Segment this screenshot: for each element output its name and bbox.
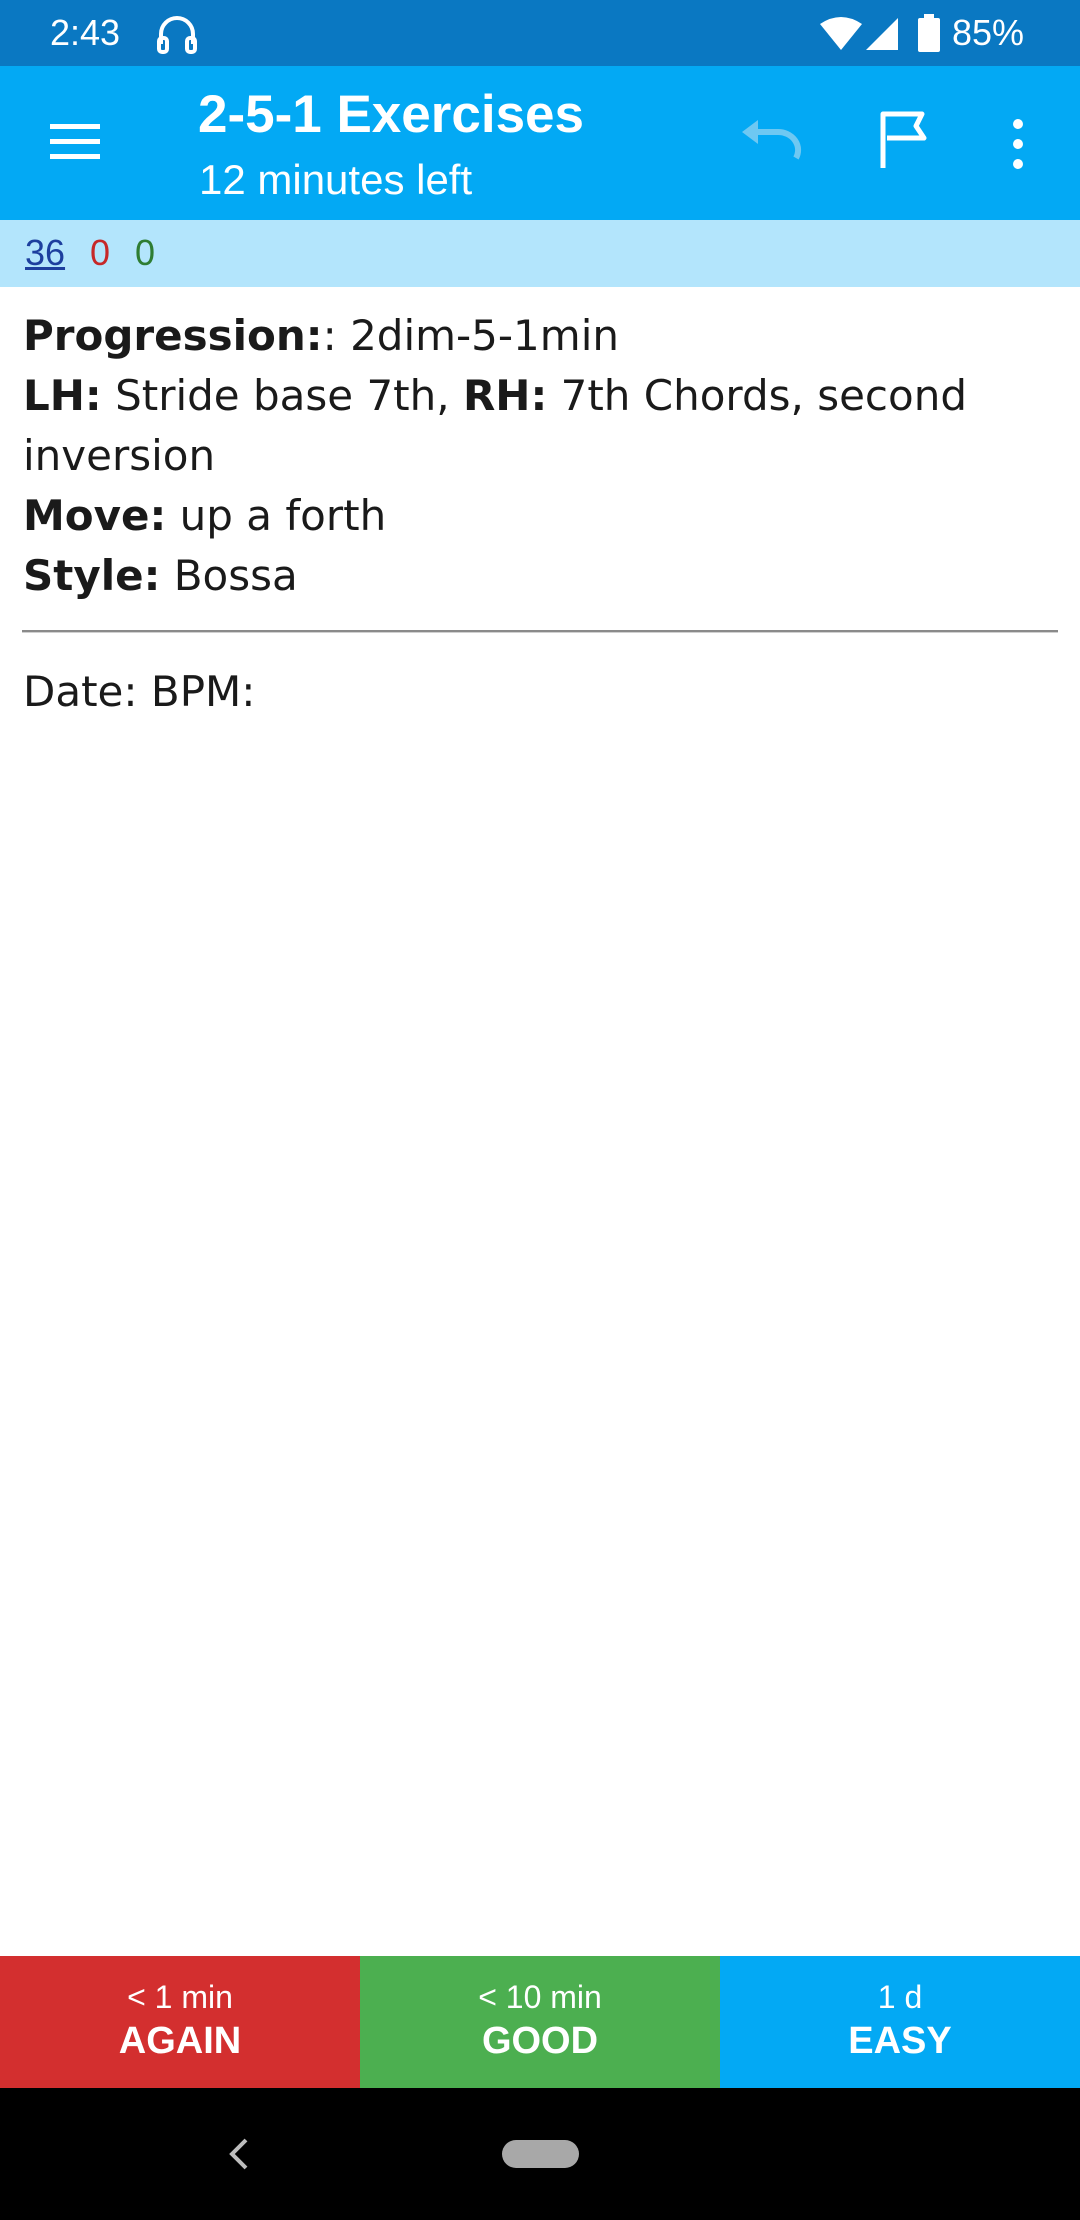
status-bar: 2:43 85% xyxy=(0,0,1080,66)
progression-label: Progression: xyxy=(23,311,323,360)
style-label: Style: xyxy=(23,551,161,600)
good-interval: < 10 min xyxy=(478,1979,602,2015)
home-pill[interactable] xyxy=(502,2140,579,2168)
menu-icon[interactable] xyxy=(48,120,104,164)
undo-icon[interactable] xyxy=(738,118,804,168)
back-icon[interactable] xyxy=(224,2134,254,2174)
style-value: Bossa xyxy=(160,551,298,600)
card-counts-bar: 36 0 0 xyxy=(0,220,1080,287)
battery-percent: 85% xyxy=(952,12,1025,53)
move-line: Move: up a forth xyxy=(23,486,1063,546)
time-left-subtitle: 12 minutes left xyxy=(199,156,473,203)
battery-icon xyxy=(918,14,940,52)
review-count: 0 xyxy=(135,232,156,273)
lh-value: Stride base 7th, xyxy=(101,371,463,420)
again-button[interactable]: < 1 min AGAIN xyxy=(0,1956,360,2088)
move-label: Move: xyxy=(23,491,167,540)
easy-label: EASY xyxy=(848,2020,952,2062)
progression-value: : 2dim-5-1min xyxy=(322,311,619,360)
deck-title: 2-5-1 Exercises xyxy=(198,85,585,144)
status-time: 2:43 xyxy=(50,12,121,53)
easy-interval: 1 d xyxy=(877,1979,923,2015)
card-content: Progression:: 2dim-5-1min LH: Stride bas… xyxy=(23,306,1063,606)
system-nav-bar xyxy=(0,2088,1080,2220)
flag-icon[interactable] xyxy=(878,110,930,170)
answer-buttons: < 1 min AGAIN < 10 min GOOD 1 d EASY xyxy=(0,1956,1080,2088)
answer-divider xyxy=(22,630,1058,633)
progression-line: Progression:: 2dim-5-1min xyxy=(23,306,1063,366)
good-button[interactable]: < 10 min GOOD xyxy=(360,1956,720,2088)
more-vert-icon[interactable] xyxy=(1000,116,1036,172)
learning-count: 0 xyxy=(90,232,111,273)
rh-label: RH: xyxy=(462,371,548,420)
again-interval: < 1 min xyxy=(127,1979,233,2015)
style-line: Style: Bossa xyxy=(23,546,1063,606)
new-count[interactable]: 36 xyxy=(25,232,65,274)
date-bpm-line: Date: BPM: xyxy=(23,667,256,716)
app-bar: 2-5-1 Exercises 12 minutes left xyxy=(0,66,1080,220)
wifi-icon xyxy=(820,17,862,50)
lh-label: LH: xyxy=(23,371,102,420)
headphones-icon xyxy=(157,16,197,54)
move-value: up a forth xyxy=(166,491,387,540)
cell-signal-icon xyxy=(866,18,898,50)
good-label: GOOD xyxy=(481,2020,599,2062)
again-label: AGAIN xyxy=(118,2020,242,2062)
easy-button[interactable]: 1 d EASY xyxy=(720,1956,1080,2088)
hands-line: LH: Stride base 7th, RH: 7th Chords, sec… xyxy=(23,366,1063,486)
